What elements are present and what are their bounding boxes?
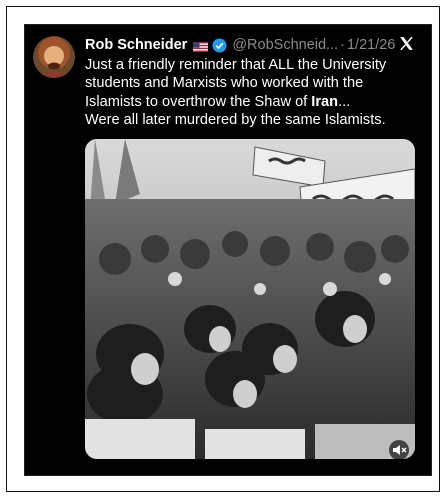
tweet-text-line: Islamists to overthrow the Shaw of Iran.…: [85, 93, 413, 111]
author-handle[interactable]: @RobSchneid...: [232, 37, 338, 53]
tweet-media-photo[interactable]: [85, 139, 415, 459]
avatar-photo: [33, 36, 75, 78]
author-avatar[interactable]: [33, 36, 75, 78]
x-logo-icon[interactable]: [398, 35, 415, 52]
tweet-text-line: Were all later murdered by the same Isla…: [85, 111, 386, 128]
verified-badge-icon: [212, 37, 227, 53]
tweet-date[interactable]: 1/21/26: [347, 37, 395, 53]
bold-keyword: Iran: [311, 93, 339, 110]
us-flag-icon: [193, 40, 209, 52]
text-segment: Islamists to overthrow the Shaw of: [85, 93, 312, 110]
tweet-header: Rob Schneider @RobSchneid... · 1/21/26: [85, 36, 415, 54]
text-segment: ...: [338, 93, 351, 110]
tweet-text-line: Just a friendly reminder that ALL the Un…: [85, 57, 387, 73]
protest-photo: [85, 139, 415, 459]
separator-dot: ·: [340, 37, 345, 53]
tweet-text: Just a friendly reminder that ALL the Un…: [85, 56, 413, 129]
muted-speaker-icon[interactable]: [389, 440, 409, 460]
author-name[interactable]: Rob Schneider: [85, 37, 187, 53]
tweet-text-line: students and Marxists who worked with th…: [85, 75, 364, 92]
